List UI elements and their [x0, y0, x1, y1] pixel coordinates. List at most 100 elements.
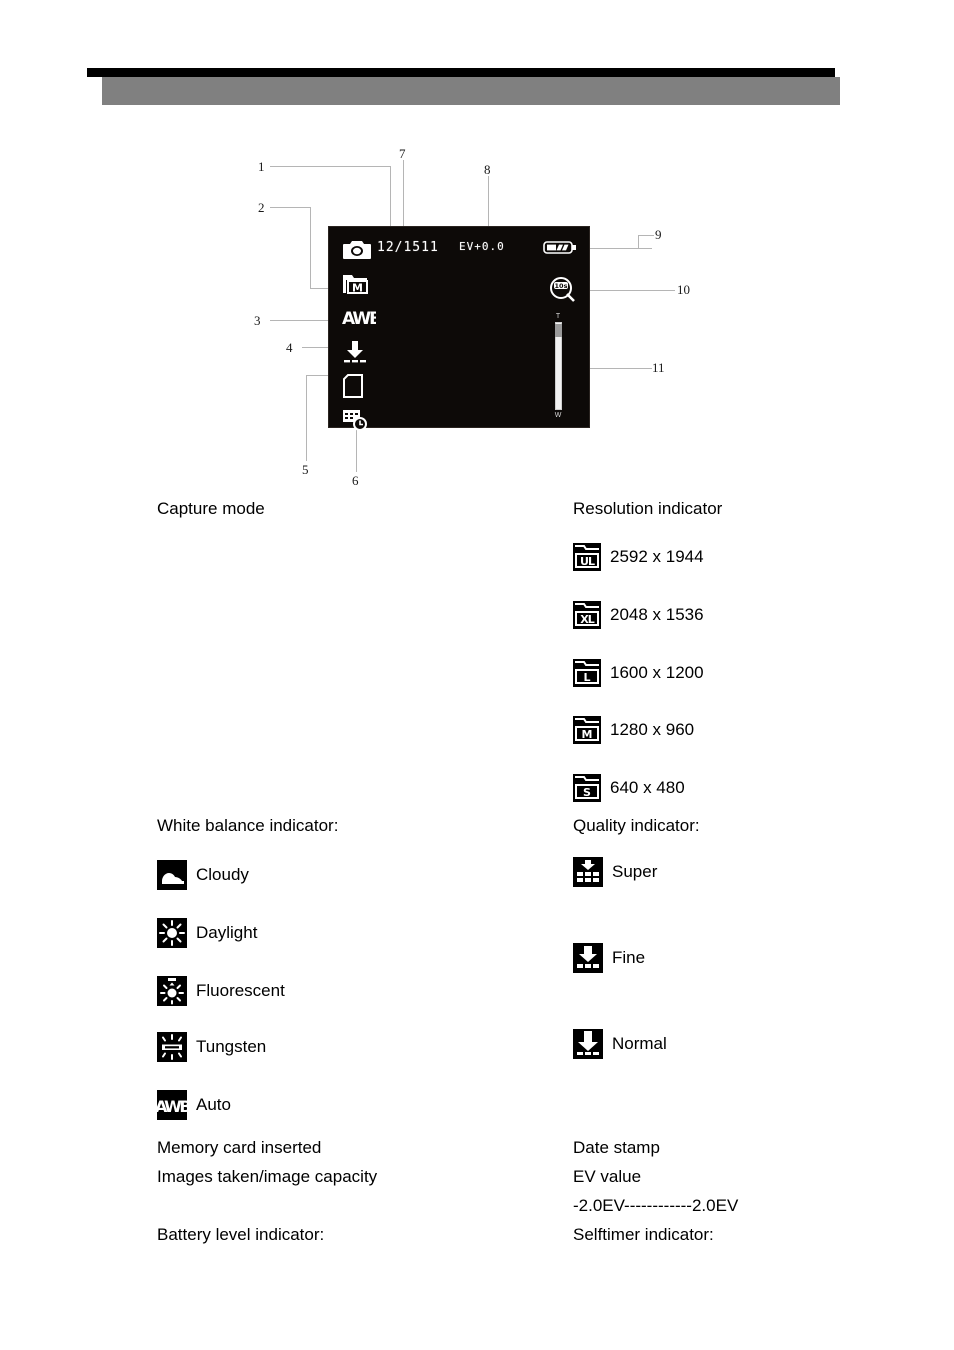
callout-8: 8 [484, 162, 491, 177]
resolution-item-l: L 1600 x 1200 [573, 659, 704, 687]
leader-line-7-v [403, 160, 404, 226]
lcd-screen: M AWB 12/1511 EV+0.0 10s T W [328, 226, 590, 431]
callout-11: 11 [652, 360, 665, 375]
quality-super-icon [573, 857, 603, 887]
resolution-folder-m-icon: M [343, 275, 368, 295]
callout-2: 2 [258, 200, 265, 215]
quality-item-normal-label: Normal [612, 1034, 667, 1053]
header-band-gray [102, 77, 840, 105]
leader-line-1 [270, 166, 390, 167]
callout-6: 6 [352, 473, 359, 488]
wb-item-daylight: Daylight [157, 918, 257, 948]
resolution-item-ul-label: 2592 x 1944 [610, 547, 704, 566]
leader-line-11 [590, 368, 652, 369]
wb-item-cloudy-label: Cloudy [196, 865, 249, 884]
quality-heading: Quality indicator: [573, 816, 700, 835]
resolution-item-ul: UL 2592 x 1944 [573, 543, 704, 571]
svg-text:M: M [352, 282, 363, 295]
callout-7: 7 [399, 146, 406, 161]
capture-mode-camera-icon [343, 241, 371, 259]
callout-3: 3 [254, 313, 261, 328]
date-stamp-icon [343, 410, 367, 431]
zoom-slider[interactable]: T W [551, 313, 565, 419]
svg-text:S: S [583, 786, 591, 799]
svg-text:10s: 10s [555, 282, 568, 290]
folder-s-icon: S [573, 774, 601, 802]
quality-normal-icon [344, 341, 366, 363]
images-capacity-label: Images taken/image capacity [157, 1167, 378, 1186]
lcd-memory-card-row [342, 369, 388, 403]
lcd-quality-row [342, 335, 388, 369]
resolution-heading: Resolution indicator [573, 499, 723, 518]
resolution-item-s: S 640 x 480 [573, 774, 685, 802]
folder-ul-icon: UL [573, 543, 601, 571]
header-rule-black [87, 68, 835, 77]
quality-item-super: Super [573, 857, 657, 887]
wb-item-auto: AWB Auto [157, 1090, 231, 1120]
selftimer-icon: 10s [547, 275, 577, 310]
tungsten-icon [157, 1032, 187, 1062]
lcd-resolution-row: M [342, 267, 388, 301]
quality-item-fine: Fine [573, 943, 645, 973]
leader-line-1-v [390, 166, 391, 226]
date-stamp-label: Date stamp [573, 1138, 660, 1157]
zoom-wide-label: W [554, 412, 562, 419]
resolution-item-xl-label: 2048 x 1536 [610, 605, 704, 624]
leader-line-9-h [590, 248, 652, 249]
wb-item-auto-label: Auto [196, 1095, 231, 1114]
folder-m-icon: M [573, 716, 601, 744]
quality-item-fine-label: Fine [612, 948, 646, 967]
callout-9: 9 [655, 227, 662, 242]
leader-line-2 [270, 207, 310, 208]
wb-item-daylight-label: Daylight [196, 923, 258, 942]
resolution-item-xl: XL 2048 x 1536 [573, 601, 704, 629]
wb-item-fluorescent-label: Fluorescent [196, 981, 285, 1000]
white-balance-awb-icon: AWB [342, 309, 376, 328]
white-balance-heading: White balance indicator: [157, 816, 339, 835]
wb-item-tungsten: Tungsten [157, 1032, 266, 1062]
ev-range-label: -2.0EV------------2.0EV [573, 1196, 739, 1215]
leader-line-3 [270, 320, 336, 321]
wb-item-cloudy: Cloudy [157, 860, 249, 890]
leader-line-8-v [488, 176, 489, 226]
ev-value-label: EV value [573, 1167, 642, 1186]
fluorescent-icon [157, 976, 187, 1006]
quality-fine-icon [573, 943, 603, 973]
svg-text:AWB: AWB [157, 1097, 187, 1116]
callout-10: 10 [677, 282, 690, 297]
memory-card-inserted-label: Memory card inserted [157, 1138, 322, 1157]
leader-line-2-v [310, 207, 311, 288]
callout-5: 5 [302, 462, 309, 477]
quality-normal-icon [573, 1029, 603, 1059]
camera-lcd-diagram: 1 2 3 4 5 6 7 8 9 10 11 M AWB 12/1511 EV… [240, 140, 700, 490]
battery-level-heading: Battery level indicator: [157, 1225, 325, 1244]
svg-text:XL: XL [580, 613, 594, 626]
leader-line-5-v [306, 375, 307, 461]
svg-text:UL: UL [580, 555, 595, 568]
lcd-date-stamp-row [342, 403, 388, 437]
battery-level-icon [543, 241, 577, 259]
resolution-item-m-label: 1280 x 960 [610, 720, 695, 739]
leader-line-10 [590, 290, 675, 291]
callout-4: 4 [286, 340, 293, 355]
battery-glyph [543, 241, 576, 254]
lcd-ev-value: EV+0.0 [459, 240, 505, 253]
zoom-handle[interactable] [555, 324, 562, 337]
wb-item-fluorescent: Fluorescent [157, 976, 285, 1006]
leader-line-9-v [638, 235, 639, 248]
daylight-icon [157, 918, 187, 948]
selftimer-heading: Selftimer indicator: [573, 1225, 714, 1244]
capture-mode-label: Capture mode [157, 499, 265, 518]
cloudy-icon [157, 860, 187, 890]
lcd-status-icon-column: M AWB [342, 233, 388, 437]
resolution-item-l-label: 1600 x 1200 [610, 663, 704, 682]
resolution-item-s-label: 640 x 480 [610, 778, 685, 797]
zoom-tele-label: T [555, 313, 561, 320]
svg-text:AWB: AWB [342, 309, 376, 328]
callout-1: 1 [258, 159, 265, 174]
wb-item-tungsten-label: Tungsten [196, 1037, 267, 1056]
memory-card-icon [343, 374, 363, 398]
lcd-image-counter: 12/1511 [377, 240, 439, 255]
svg-text:M: M [582, 728, 593, 741]
svg-text:L: L [583, 671, 590, 684]
